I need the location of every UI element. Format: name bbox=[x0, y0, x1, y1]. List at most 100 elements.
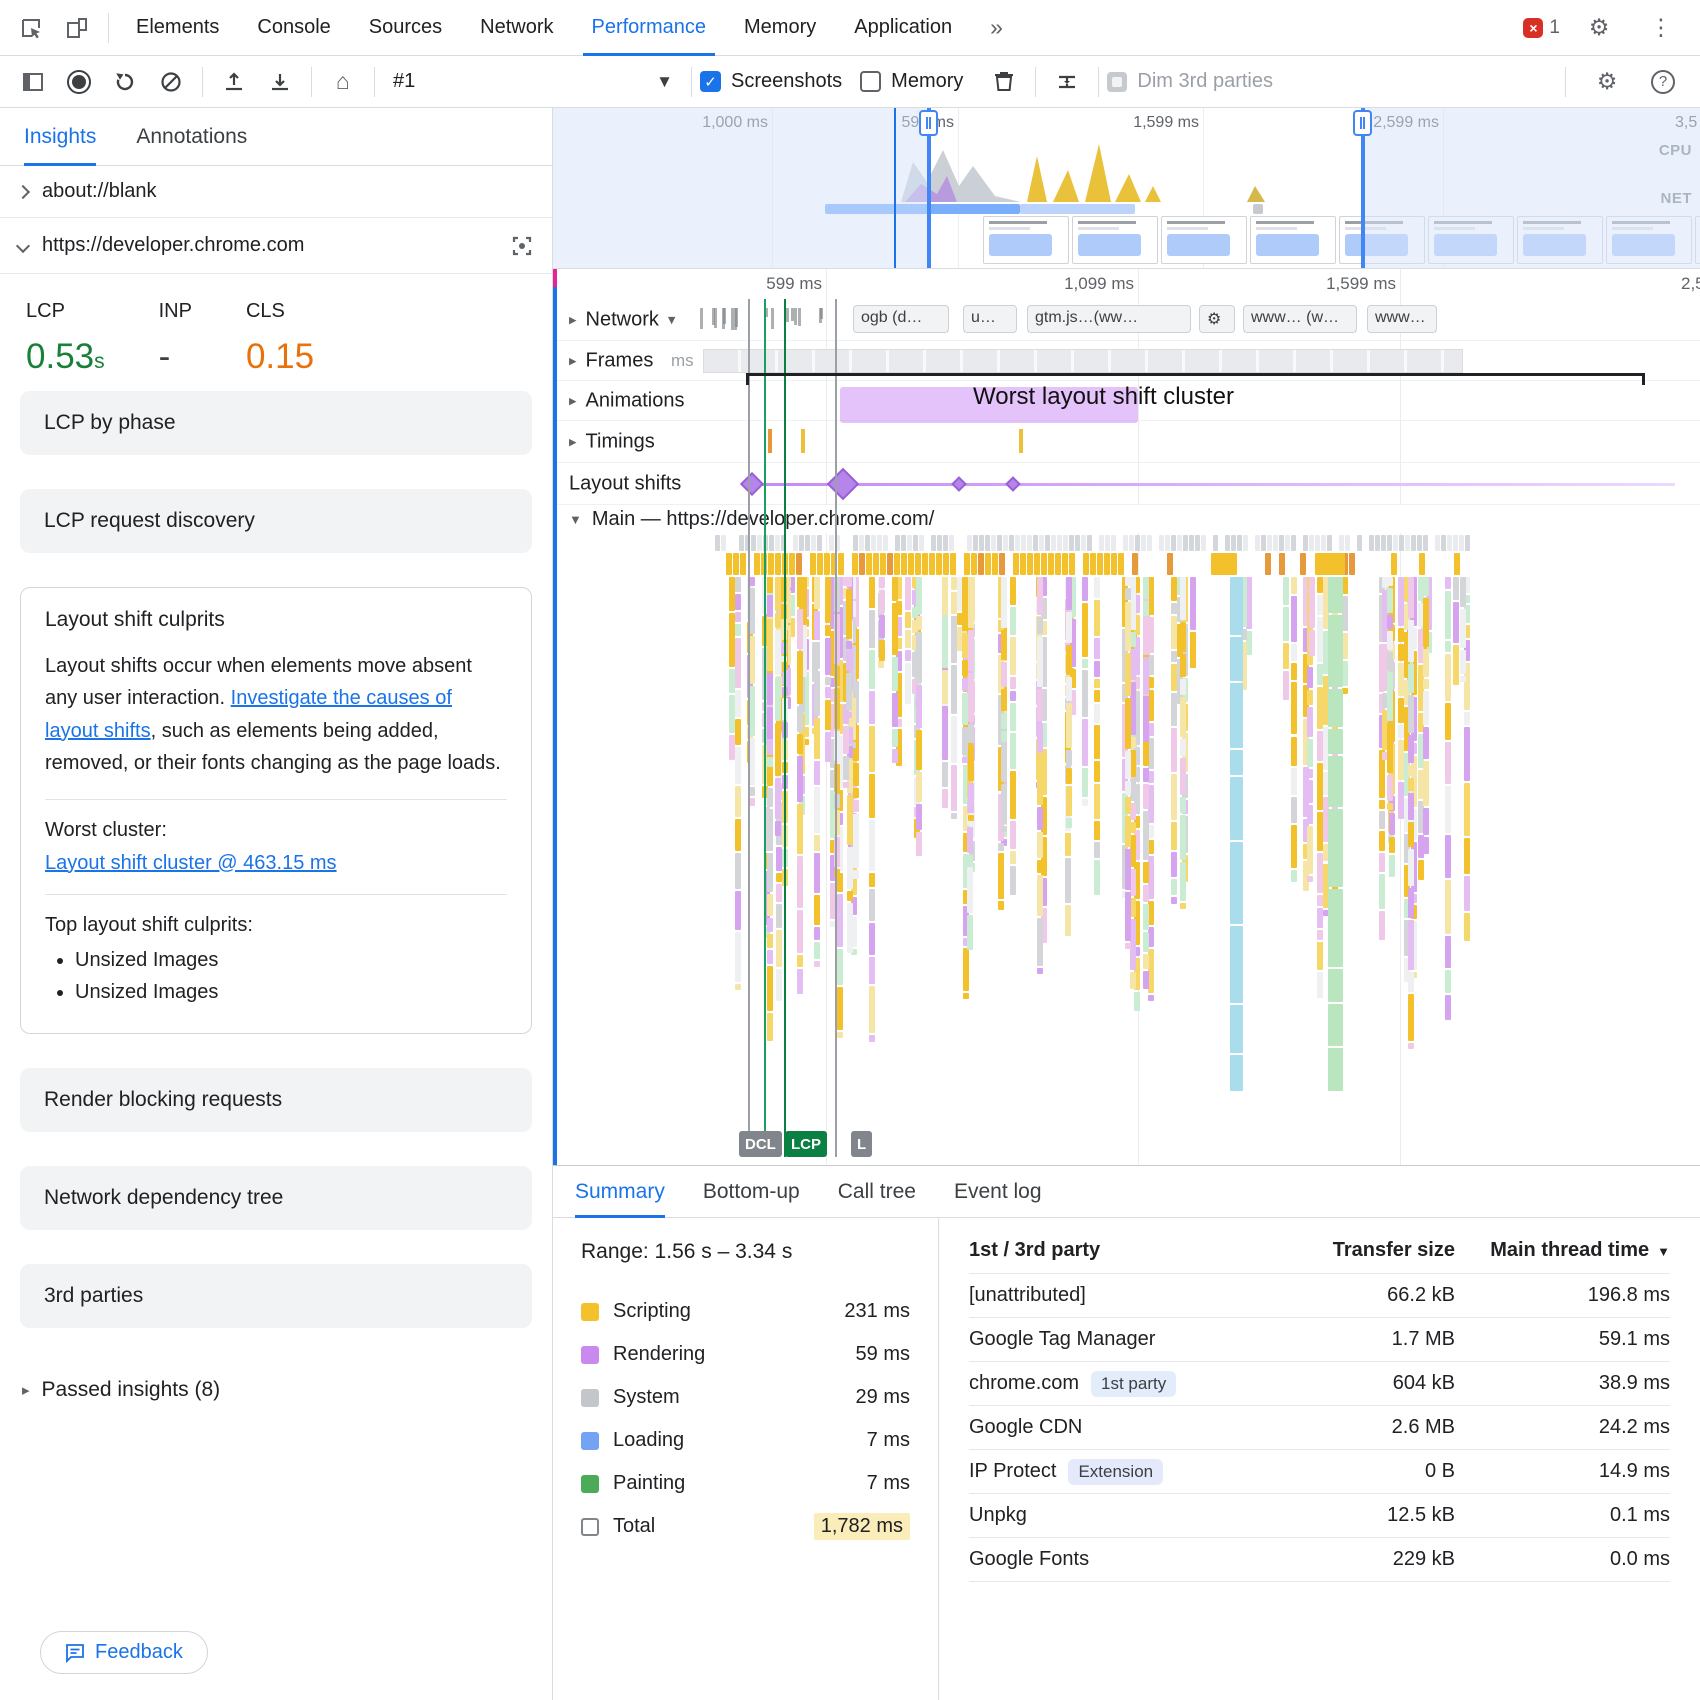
more-tabs-icon[interactable]: » bbox=[971, 0, 1022, 56]
network-request-chip[interactable]: gtm.js…(ww… bbox=[1027, 305, 1191, 333]
live-metrics-home-icon[interactable]: ⌂ bbox=[320, 59, 366, 105]
table-row[interactable]: Google Fonts 229 kB 0.0 ms bbox=[969, 1538, 1670, 1582]
tab-sources[interactable]: Sources bbox=[350, 0, 461, 56]
track-layout-shifts[interactable]: Layout shifts bbox=[553, 463, 1700, 505]
garbage-collect-icon[interactable] bbox=[981, 59, 1027, 105]
layout-shift-diamond[interactable] bbox=[740, 471, 764, 495]
kebab-menu-icon[interactable]: ⋮ bbox=[1638, 5, 1684, 51]
header-party[interactable]: 1st / 3rd party bbox=[969, 1239, 1275, 1262]
error-badge[interactable]: × 1 bbox=[1523, 17, 1560, 39]
worst-cluster-link[interactable]: Layout shift cluster @ 463.15 ms bbox=[45, 852, 337, 874]
tab-bottom-up[interactable]: Bottom-up bbox=[703, 1166, 800, 1218]
flame-chart[interactable] bbox=[553, 533, 1700, 1165]
drag-grip-icon[interactable] bbox=[919, 110, 938, 136]
right-range-handle[interactable] bbox=[1361, 108, 1365, 268]
insight-card-lcp-request-discovery[interactable]: LCP request discovery bbox=[20, 489, 532, 553]
network-request-chip[interactable]: ⚙ bbox=[1199, 305, 1235, 333]
tab-memory[interactable]: Memory bbox=[725, 0, 835, 56]
feedback-button[interactable]: Feedback bbox=[40, 1631, 208, 1674]
table-row[interactable]: Google CDN 2.6 MB 24.2 ms bbox=[969, 1406, 1670, 1450]
metric-inp[interactable]: INP - bbox=[159, 300, 192, 377]
passed-insights-row[interactable]: ▸ Passed insights (8) bbox=[0, 1362, 552, 1418]
record-button[interactable] bbox=[56, 59, 102, 105]
tab-console[interactable]: Console bbox=[238, 0, 349, 56]
memory-checkbox[interactable] bbox=[860, 71, 881, 92]
layout-shift-diamond[interactable] bbox=[1005, 476, 1021, 492]
tab-network[interactable]: Network bbox=[461, 0, 572, 56]
legend-row-rendering[interactable]: Rendering59 ms bbox=[581, 1333, 910, 1376]
load-profile-icon[interactable] bbox=[211, 59, 257, 105]
nav-item-about-blank[interactable]: about://blank bbox=[0, 166, 552, 218]
filmstrip-thumbnail[interactable] bbox=[1428, 216, 1514, 264]
table-row[interactable]: Google Tag Manager 1.7 MB 59.1 ms bbox=[969, 1318, 1670, 1362]
network-request-chip[interactable]: ogb (d… bbox=[853, 305, 949, 333]
legend-row-painting[interactable]: Painting7 ms bbox=[581, 1462, 910, 1505]
drag-grip-icon[interactable] bbox=[1353, 110, 1372, 136]
tab-event-log[interactable]: Event log bbox=[954, 1166, 1042, 1218]
settings-gear-icon[interactable]: ⚙ bbox=[1576, 5, 1622, 51]
tab-annotations[interactable]: Annotations bbox=[136, 108, 247, 166]
marker-chip-dcl[interactable]: DCL bbox=[739, 1131, 782, 1157]
network-request-chip[interactable]: www… (w… bbox=[1243, 305, 1357, 333]
legend-row-scripting[interactable]: Scripting231 ms bbox=[581, 1290, 910, 1333]
filmstrip-thumbnail[interactable] bbox=[1250, 216, 1336, 264]
table-row[interactable]: Unpkg 12.5 kB 0.1 ms bbox=[969, 1494, 1670, 1538]
throttle-conditions-icon[interactable] bbox=[1044, 59, 1090, 105]
track-timings[interactable]: ▸Timings bbox=[553, 421, 1700, 463]
layout-shift-diamond[interactable] bbox=[827, 467, 860, 500]
insight-card-render-blocking[interactable]: Render blocking requests bbox=[20, 1068, 532, 1132]
capture-screenshot-icon[interactable] bbox=[510, 234, 534, 258]
help-icon[interactable]: ? bbox=[1640, 59, 1686, 105]
network-request-chip[interactable]: u… bbox=[963, 305, 1017, 333]
reload-and-record-button[interactable] bbox=[102, 59, 148, 105]
tab-application[interactable]: Application bbox=[835, 0, 971, 56]
legend-row-total[interactable]: Total1,782 ms bbox=[581, 1505, 910, 1548]
legend-row-loading[interactable]: Loading7 ms bbox=[581, 1419, 910, 1462]
device-toolbar-icon[interactable] bbox=[54, 5, 100, 51]
tab-call-tree[interactable]: Call tree bbox=[838, 1166, 916, 1218]
insight-card-lcp-by-phase[interactable]: LCP by phase bbox=[20, 391, 532, 455]
table-row[interactable]: IP ProtectExtension 0 B 14.9 ms bbox=[969, 1450, 1670, 1494]
tab-insights[interactable]: Insights bbox=[24, 108, 96, 166]
tab-performance[interactable]: Performance bbox=[573, 0, 726, 56]
metric-cls[interactable]: CLS 0.15 bbox=[246, 300, 314, 377]
left-range-handle[interactable] bbox=[927, 108, 931, 268]
toggle-sidebar-icon[interactable] bbox=[10, 59, 56, 105]
history-select[interactable]: #1 ▼ bbox=[383, 62, 683, 102]
inspect-element-icon[interactable] bbox=[8, 5, 54, 51]
header-transfer-size[interactable]: Transfer size bbox=[1275, 1239, 1455, 1262]
table-row[interactable]: [unattributed] 66.2 kB 196.8 ms bbox=[969, 1274, 1670, 1318]
flame-bar bbox=[1243, 535, 1248, 551]
filmstrip-thumbnail[interactable] bbox=[1517, 216, 1603, 264]
screenshots-checkbox[interactable]: ✓ bbox=[700, 71, 721, 92]
insight-card-network-dependency-tree[interactable]: Network dependency tree bbox=[20, 1166, 532, 1230]
header-main-thread-time[interactable]: Main thread time▼ bbox=[1455, 1239, 1670, 1262]
filmstrip-thumbnail[interactable] bbox=[1161, 216, 1247, 264]
marker-chip-lcp[interactable]: LCP bbox=[785, 1131, 827, 1157]
network-request-chip[interactable]: www… bbox=[1367, 305, 1437, 333]
layout-shift-diamond[interactable] bbox=[951, 476, 967, 492]
filmstrip-thumbnail[interactable] bbox=[983, 216, 1069, 264]
tab-summary[interactable]: Summary bbox=[575, 1166, 665, 1218]
marker-chip-l[interactable]: L bbox=[851, 1131, 872, 1157]
insight-card-3rd-parties[interactable]: 3rd parties bbox=[20, 1264, 532, 1328]
table-header[interactable]: 1st / 3rd party Transfer size Main threa… bbox=[969, 1228, 1670, 1274]
clear-recording-icon[interactable] bbox=[148, 59, 194, 105]
save-profile-icon[interactable] bbox=[257, 59, 303, 105]
tab-elements[interactable]: Elements bbox=[117, 0, 238, 56]
timeline-overview[interactable]: 1,000 ms 599 ms 1,599 ms 2,599 ms 3,5 CP… bbox=[553, 108, 1700, 269]
filmstrip-thumbnail[interactable] bbox=[1695, 216, 1700, 264]
legend-row-system[interactable]: System29 ms bbox=[581, 1376, 910, 1419]
dim-3rd-parties-toggle[interactable] bbox=[1107, 72, 1127, 92]
capture-settings-gear-icon[interactable]: ⚙ bbox=[1584, 59, 1630, 105]
nav-item-site[interactable]: https://developer.chrome.com bbox=[0, 218, 552, 274]
timeline-detail[interactable]: 599 ms 1,099 ms 1,599 ms 2,5 ▸Network▾ o… bbox=[553, 269, 1700, 1165]
insight-card-layout-shift-culprits[interactable]: Layout shift culprits Layout shifts occu… bbox=[20, 587, 532, 1034]
table-row[interactable]: chrome.com1st party 604 kB 38.9 ms bbox=[969, 1362, 1670, 1406]
filmstrip-thumbnail[interactable] bbox=[1606, 216, 1692, 264]
metric-lcp[interactable]: LCP 0.53s bbox=[26, 300, 105, 377]
filmstrip-thumbnail[interactable] bbox=[1072, 216, 1158, 264]
main-thread-track-header[interactable]: ▼ Main — https://developer.chrome.com/ bbox=[553, 505, 1700, 533]
filmstrip-thumbnail[interactable] bbox=[1339, 216, 1425, 264]
track-network[interactable]: ▸Network▾ ogb (d…u…gtm.js…(ww…⚙www… (w…w… bbox=[553, 299, 1700, 341]
